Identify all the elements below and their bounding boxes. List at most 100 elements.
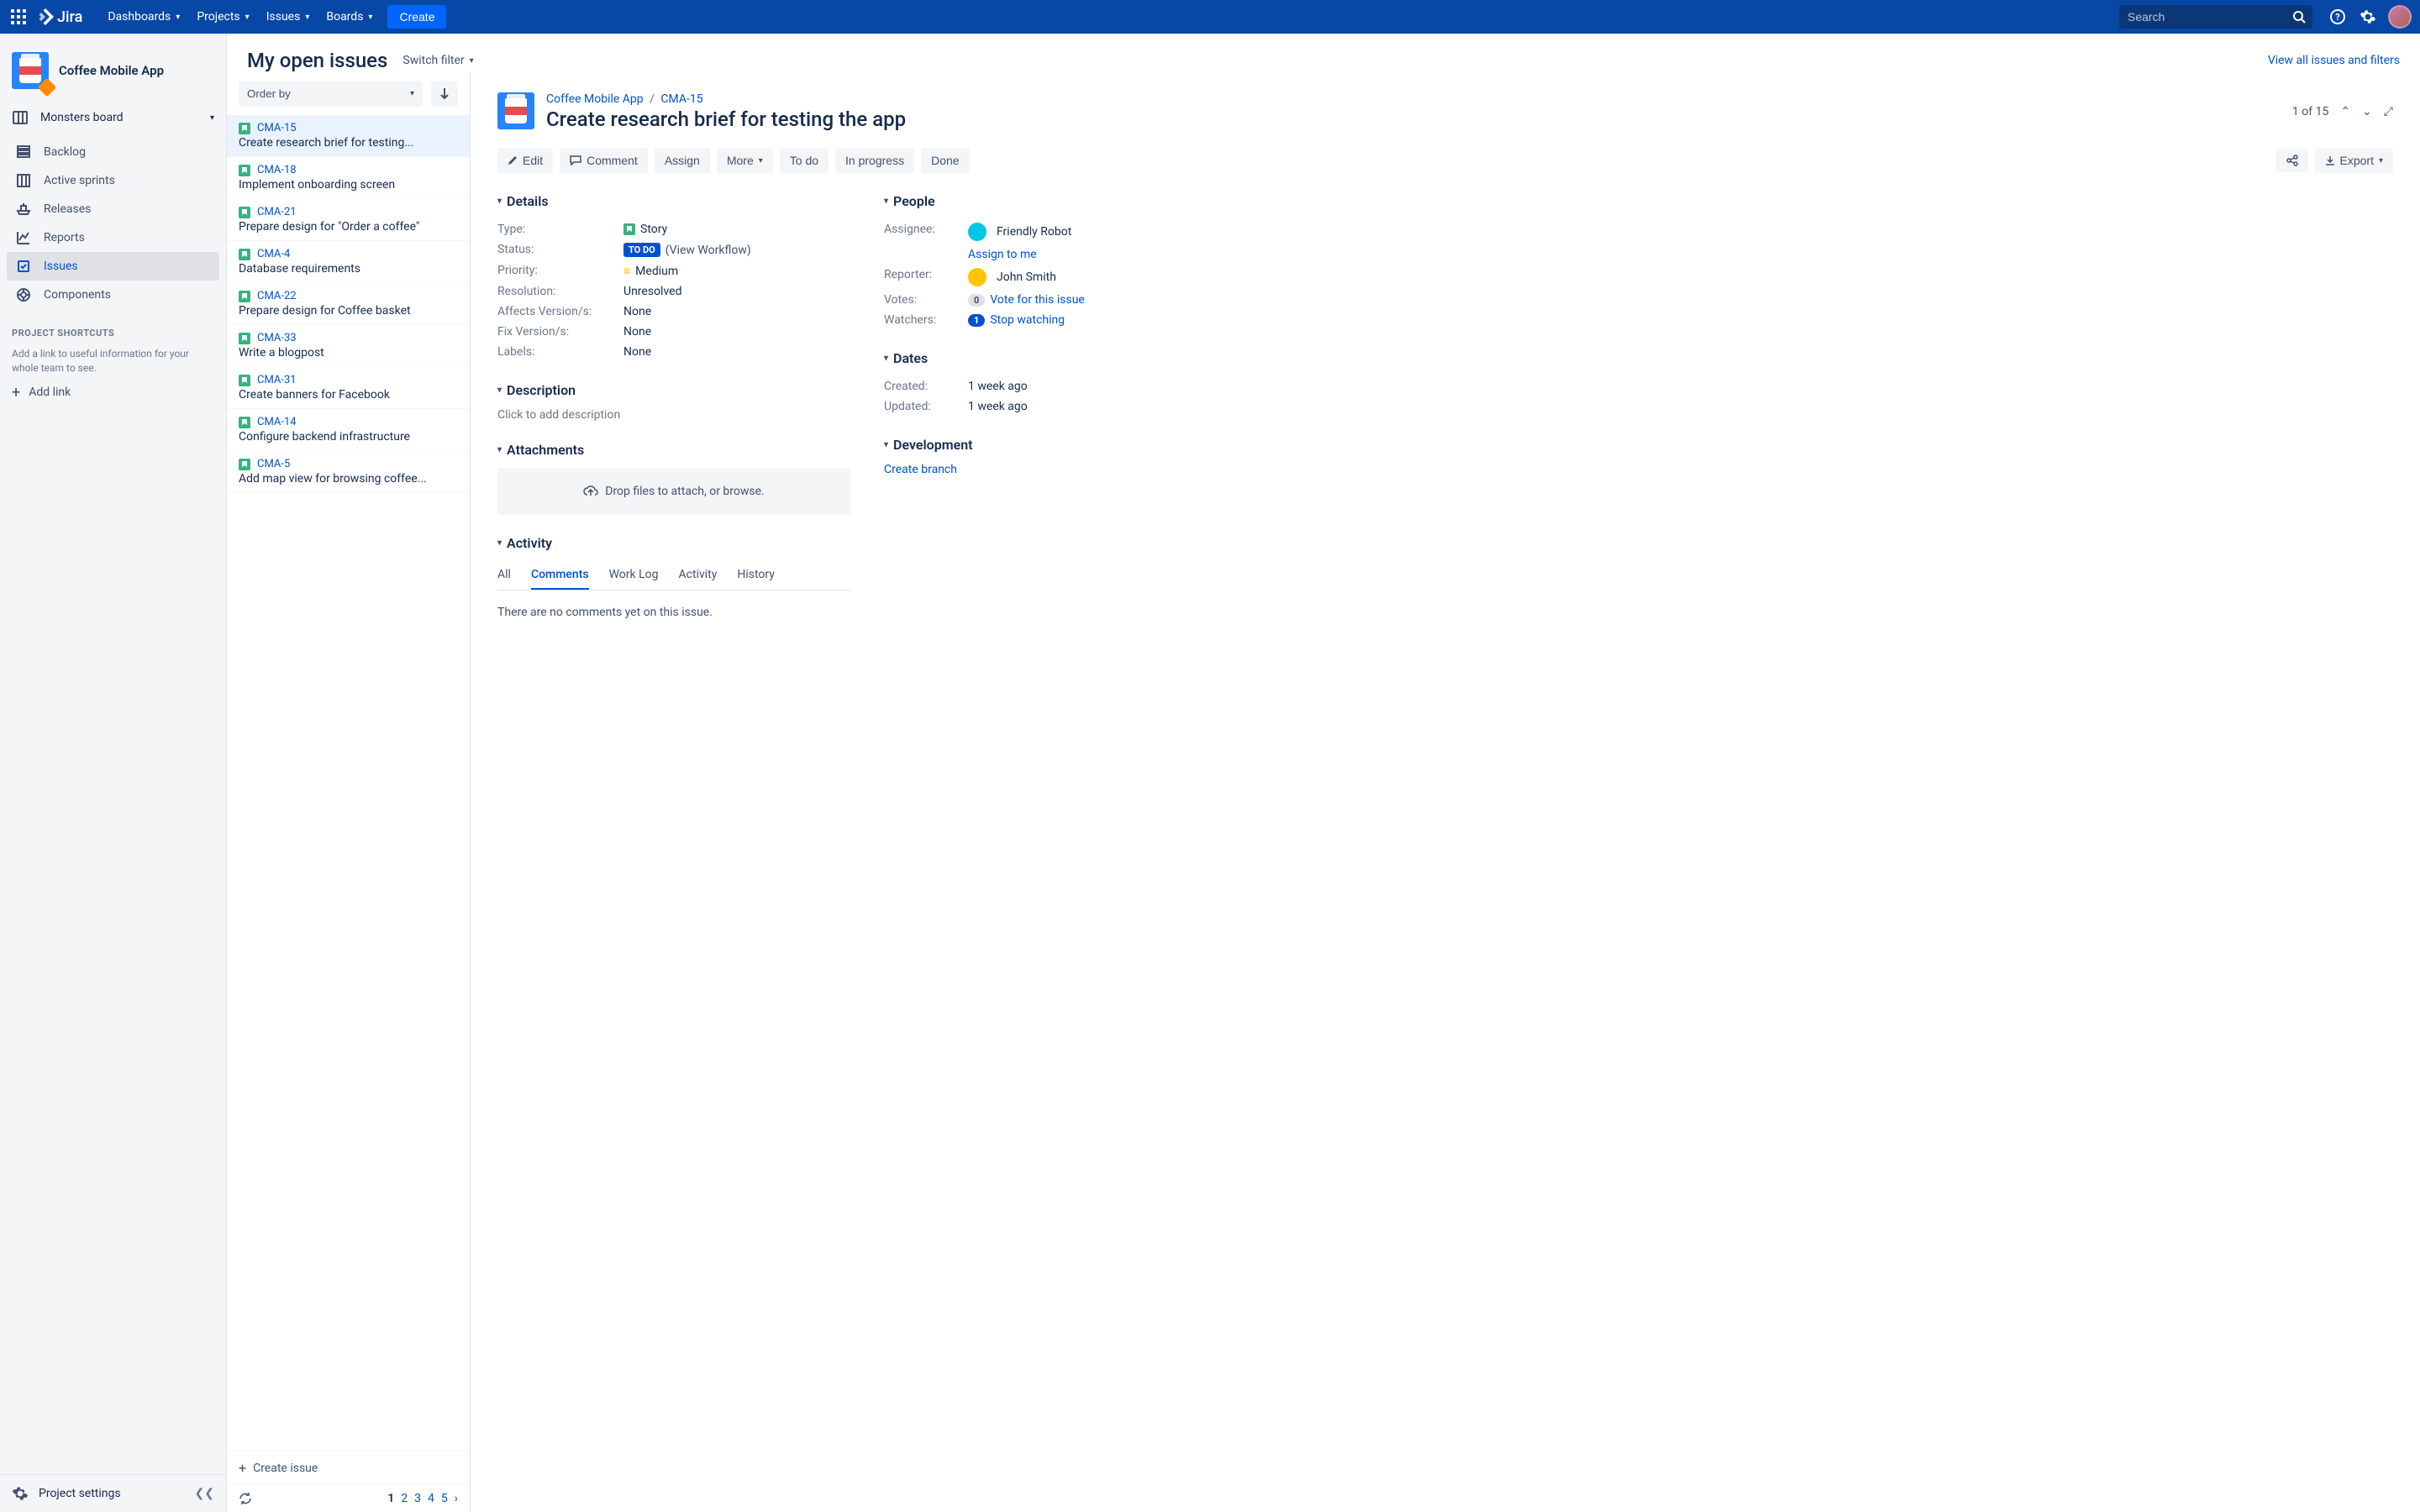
svg-text:?: ?: [2335, 12, 2340, 23]
expand-icon[interactable]: ⤢: [2384, 105, 2393, 118]
collapse-icon[interactable]: ▾: [497, 197, 502, 206]
section-people-heading: People: [893, 193, 935, 209]
issue-list-item[interactable]: CMA-15Create research brief for testing.…: [227, 115, 470, 157]
page-5[interactable]: 5: [441, 1492, 448, 1505]
create-branch-link[interactable]: Create branch: [884, 463, 957, 476]
attachments-dropzone[interactable]: Drop files to attach, or browse.: [497, 468, 850, 515]
ship-icon: [15, 202, 32, 217]
nav-boards[interactable]: Boards▾: [318, 0, 381, 34]
sidebar-item-backlog[interactable]: Backlog: [7, 138, 219, 166]
collapse-icon[interactable]: ▾: [884, 440, 888, 449]
collapse-icon[interactable]: ▾: [884, 354, 888, 363]
comment-button[interactable]: Comment: [560, 148, 648, 173]
issue-list-item[interactable]: CMA-33Write a blogpost: [227, 325, 470, 367]
board-icon: [15, 173, 32, 188]
board-selector[interactable]: Monsters board ▾: [0, 101, 226, 134]
sidebar-item-issues[interactable]: Issues: [7, 252, 219, 281]
next-issue-icon[interactable]: ⌄: [2362, 105, 2372, 118]
order-by-dropdown[interactable]: Order by▾: [239, 81, 423, 107]
collapse-icon[interactable]: ▾: [497, 386, 502, 395]
edit-button[interactable]: Edit: [497, 148, 553, 173]
export-button[interactable]: Export▾: [2315, 148, 2394, 173]
page-4[interactable]: 4: [428, 1492, 434, 1505]
create-issue-inline[interactable]: + Create issue: [227, 1451, 470, 1484]
backlog-icon: [15, 144, 32, 160]
board-icon: [12, 109, 29, 126]
watch-link[interactable]: Stop watching: [990, 313, 1065, 327]
help-icon[interactable]: ?: [2324, 3, 2351, 30]
issue-key: CMA-15: [257, 122, 297, 134]
sidebar-item-components[interactable]: Components: [7, 281, 219, 309]
nav-projects[interactable]: Projects▾: [188, 0, 257, 34]
assign-button[interactable]: Assign: [655, 148, 710, 173]
chevron-down-icon: ▾: [759, 156, 763, 165]
more-button[interactable]: More▾: [717, 148, 773, 173]
issue-list-item[interactable]: CMA-5Add map view for browsing coffee...: [227, 451, 470, 493]
status-done-button[interactable]: Done: [921, 148, 969, 173]
nav-dashboards[interactable]: Dashboards▾: [99, 0, 188, 34]
collapse-icon[interactable]: ▾: [497, 445, 502, 454]
section-activity-heading: Activity: [507, 535, 552, 551]
next-page-icon[interactable]: ›: [455, 1492, 458, 1505]
breadcrumb-project[interactable]: Coffee Mobile App: [546, 92, 644, 106]
create-button[interactable]: Create: [387, 5, 446, 29]
issue-list-item[interactable]: CMA-31Create banners for Facebook: [227, 367, 470, 409]
prev-issue-icon[interactable]: ⌃: [2340, 105, 2350, 118]
story-icon: [239, 249, 250, 260]
page-1[interactable]: 1: [387, 1492, 394, 1505]
sidebar-item-releases[interactable]: Releases: [7, 195, 219, 223]
sidebar-item-label: Active sprints: [44, 174, 115, 187]
add-link-button[interactable]: + Add link: [12, 384, 214, 402]
project-settings-link[interactable]: Project settings: [39, 1487, 121, 1500]
description-placeholder[interactable]: Click to add description: [497, 408, 850, 422]
page-3[interactable]: 3: [414, 1492, 421, 1505]
search-input[interactable]: [2119, 5, 2312, 29]
tab-activity[interactable]: Activity: [679, 561, 718, 590]
sidebar-item-reports[interactable]: Reports: [7, 223, 219, 252]
topbar: Jira Dashboards▾ Projects▾ Issues▾ Board…: [0, 0, 2420, 34]
status-todo-button[interactable]: To do: [780, 148, 829, 173]
collapse-icon[interactable]: ▾: [884, 197, 888, 206]
page-2[interactable]: 2: [401, 1492, 408, 1505]
nav-issues[interactable]: Issues▾: [258, 0, 318, 34]
search-icon[interactable]: [2292, 10, 2306, 24]
refresh-icon[interactable]: [239, 1492, 252, 1505]
issue-list-item[interactable]: CMA-4Database requirements: [227, 241, 470, 283]
issue-list-item[interactable]: CMA-21Prepare design for "Order a coffee…: [227, 199, 470, 241]
issue-list-item[interactable]: CMA-14 Configure backend infrastructure: [227, 409, 470, 451]
issue-key: CMA-14: [257, 416, 297, 428]
issue-summary: Configure backend infrastructure: [239, 430, 458, 444]
issue-list-item[interactable]: CMA-22Prepare design for Coffee basket: [227, 283, 470, 325]
story-icon: [239, 291, 250, 302]
view-workflow-link[interactable]: (View Workflow): [666, 244, 751, 257]
chevron-down-icon: ▾: [2379, 156, 2383, 165]
sort-direction-button[interactable]: [431, 81, 458, 107]
assign-to-me-link[interactable]: Assign to me: [968, 248, 1037, 261]
share-button[interactable]: [2276, 149, 2308, 172]
issue-summary: Database requirements: [239, 262, 458, 276]
tab-history[interactable]: History: [737, 561, 775, 590]
sidebar-item-label: Backlog: [44, 145, 86, 159]
collapse-sidebar-icon[interactable]: ❮❮: [195, 1487, 214, 1500]
tab-all[interactable]: All: [497, 561, 511, 590]
jira-logo[interactable]: Jira: [37, 8, 82, 26]
vote-link[interactable]: Vote for this issue: [990, 293, 1085, 307]
user-avatar[interactable]: [2388, 5, 2412, 29]
story-icon: [623, 223, 635, 235]
settings-icon[interactable]: [2354, 3, 2381, 30]
breadcrumb-key[interactable]: CMA-15: [660, 92, 702, 106]
issue-list-item[interactable]: CMA-18Implement onboarding screen: [227, 157, 470, 199]
collapse-icon[interactable]: ▾: [497, 538, 502, 548]
switch-filter-button[interactable]: Switch filter▾: [402, 54, 473, 67]
tab-work-log[interactable]: Work Log: [609, 561, 659, 590]
app-switcher-icon[interactable]: [8, 7, 29, 27]
watchers-count: 1: [968, 314, 985, 327]
project-icon: [12, 52, 49, 89]
project-header: Coffee Mobile App: [0, 45, 226, 101]
issue-summary: Write a blogpost: [239, 346, 458, 360]
status-inprogress-button[interactable]: In progress: [835, 148, 914, 173]
tab-comments[interactable]: Comments: [531, 561, 589, 590]
plus-icon: +: [12, 384, 20, 402]
sidebar-item-active-sprints[interactable]: Active sprints: [7, 166, 219, 195]
view-all-issues-link[interactable]: View all issues and filters: [2268, 54, 2400, 67]
